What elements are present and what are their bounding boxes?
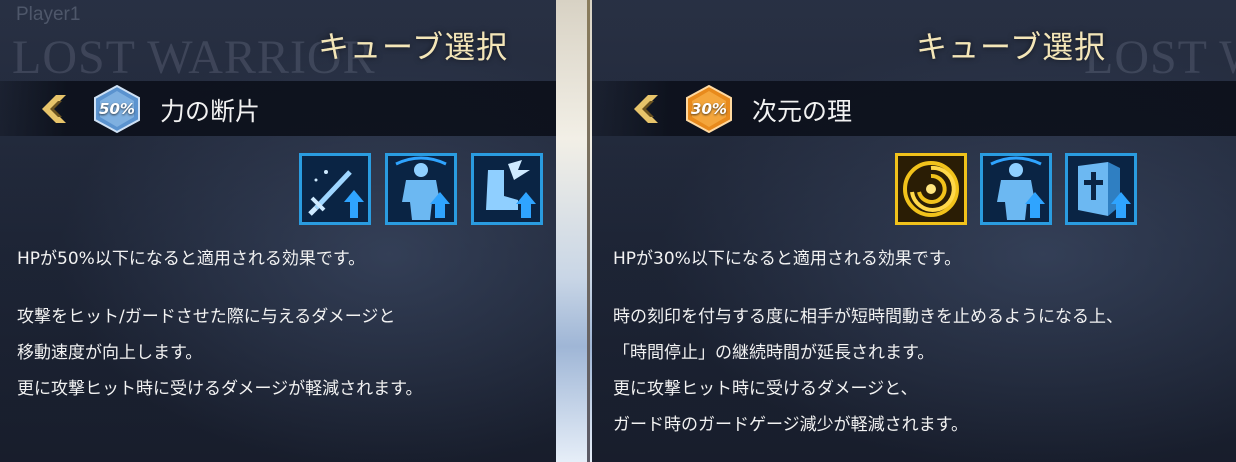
rate-label: 30%	[691, 100, 727, 118]
cube-description: HPが50%以下になると適用される効果です。 攻撃をヒット/ガードさせた際に与え…	[17, 246, 422, 402]
shield-up-icon[interactable]	[1065, 153, 1137, 225]
cube-name-bar[interactable]: 50% 力の断片	[0, 81, 556, 136]
panel-title: キューブ選択	[318, 30, 509, 66]
effect-line: 更に攻撃ヒット時に受けるダメージが軽減されます。	[17, 379, 423, 399]
body-up-icon[interactable]	[980, 153, 1052, 225]
chevron-left-icon[interactable]	[38, 93, 68, 125]
panel-divider	[556, 0, 592, 462]
effect-line: ガード時のガードゲージ減少が軽減されます。	[613, 415, 968, 435]
body-up-icon[interactable]	[385, 153, 457, 225]
effect-line: 移動速度が向上します。	[17, 343, 203, 363]
background-logo-text: LOST W	[1084, 31, 1236, 84]
effect-line: 攻撃をヒット/ガードさせた際に与えるダメージと	[17, 307, 396, 327]
condition-text: HPが30%以下になると適用される効果です。	[613, 249, 962, 269]
cube-description: HPが30%以下になると適用される効果です。 時の刻印を付与する度に相手が短時間…	[613, 246, 1123, 438]
rate-hexagon-badge: 50%	[92, 84, 142, 134]
chevron-left-icon[interactable]	[630, 93, 660, 125]
cube-panel-left: Player1 LOST WARRIOR キューブ選択 50% 力の断片 HPが…	[0, 0, 556, 462]
cube-name: 力の断片	[160, 97, 261, 126]
vortex-icon[interactable]	[895, 153, 967, 225]
cube-panel-right: LOST W キューブ選択 30% 次元の理	[592, 0, 1236, 462]
rate-label: 50%	[99, 100, 135, 118]
effect-line: 時の刻印を付与する度に相手が短時間動きを止めるようになる上、	[613, 307, 1123, 327]
sword-up-icon[interactable]	[299, 153, 371, 225]
effect-line: 更に攻撃ヒット時に受けるダメージと、	[613, 379, 918, 399]
rate-hexagon-badge: 30%	[684, 84, 734, 134]
condition-text: HPが50%以下になると適用される効果です。	[17, 249, 366, 269]
foot-up-icon[interactable]	[471, 153, 543, 225]
panel-title: キューブ選択	[916, 30, 1107, 66]
player-label: Player1	[16, 4, 81, 25]
cube-name: 次元の理	[752, 97, 853, 126]
cube-name-bar[interactable]: 30% 次元の理	[592, 81, 1236, 136]
effect-line: 「時間停止」の継続時間が延長されます。	[613, 343, 935, 363]
